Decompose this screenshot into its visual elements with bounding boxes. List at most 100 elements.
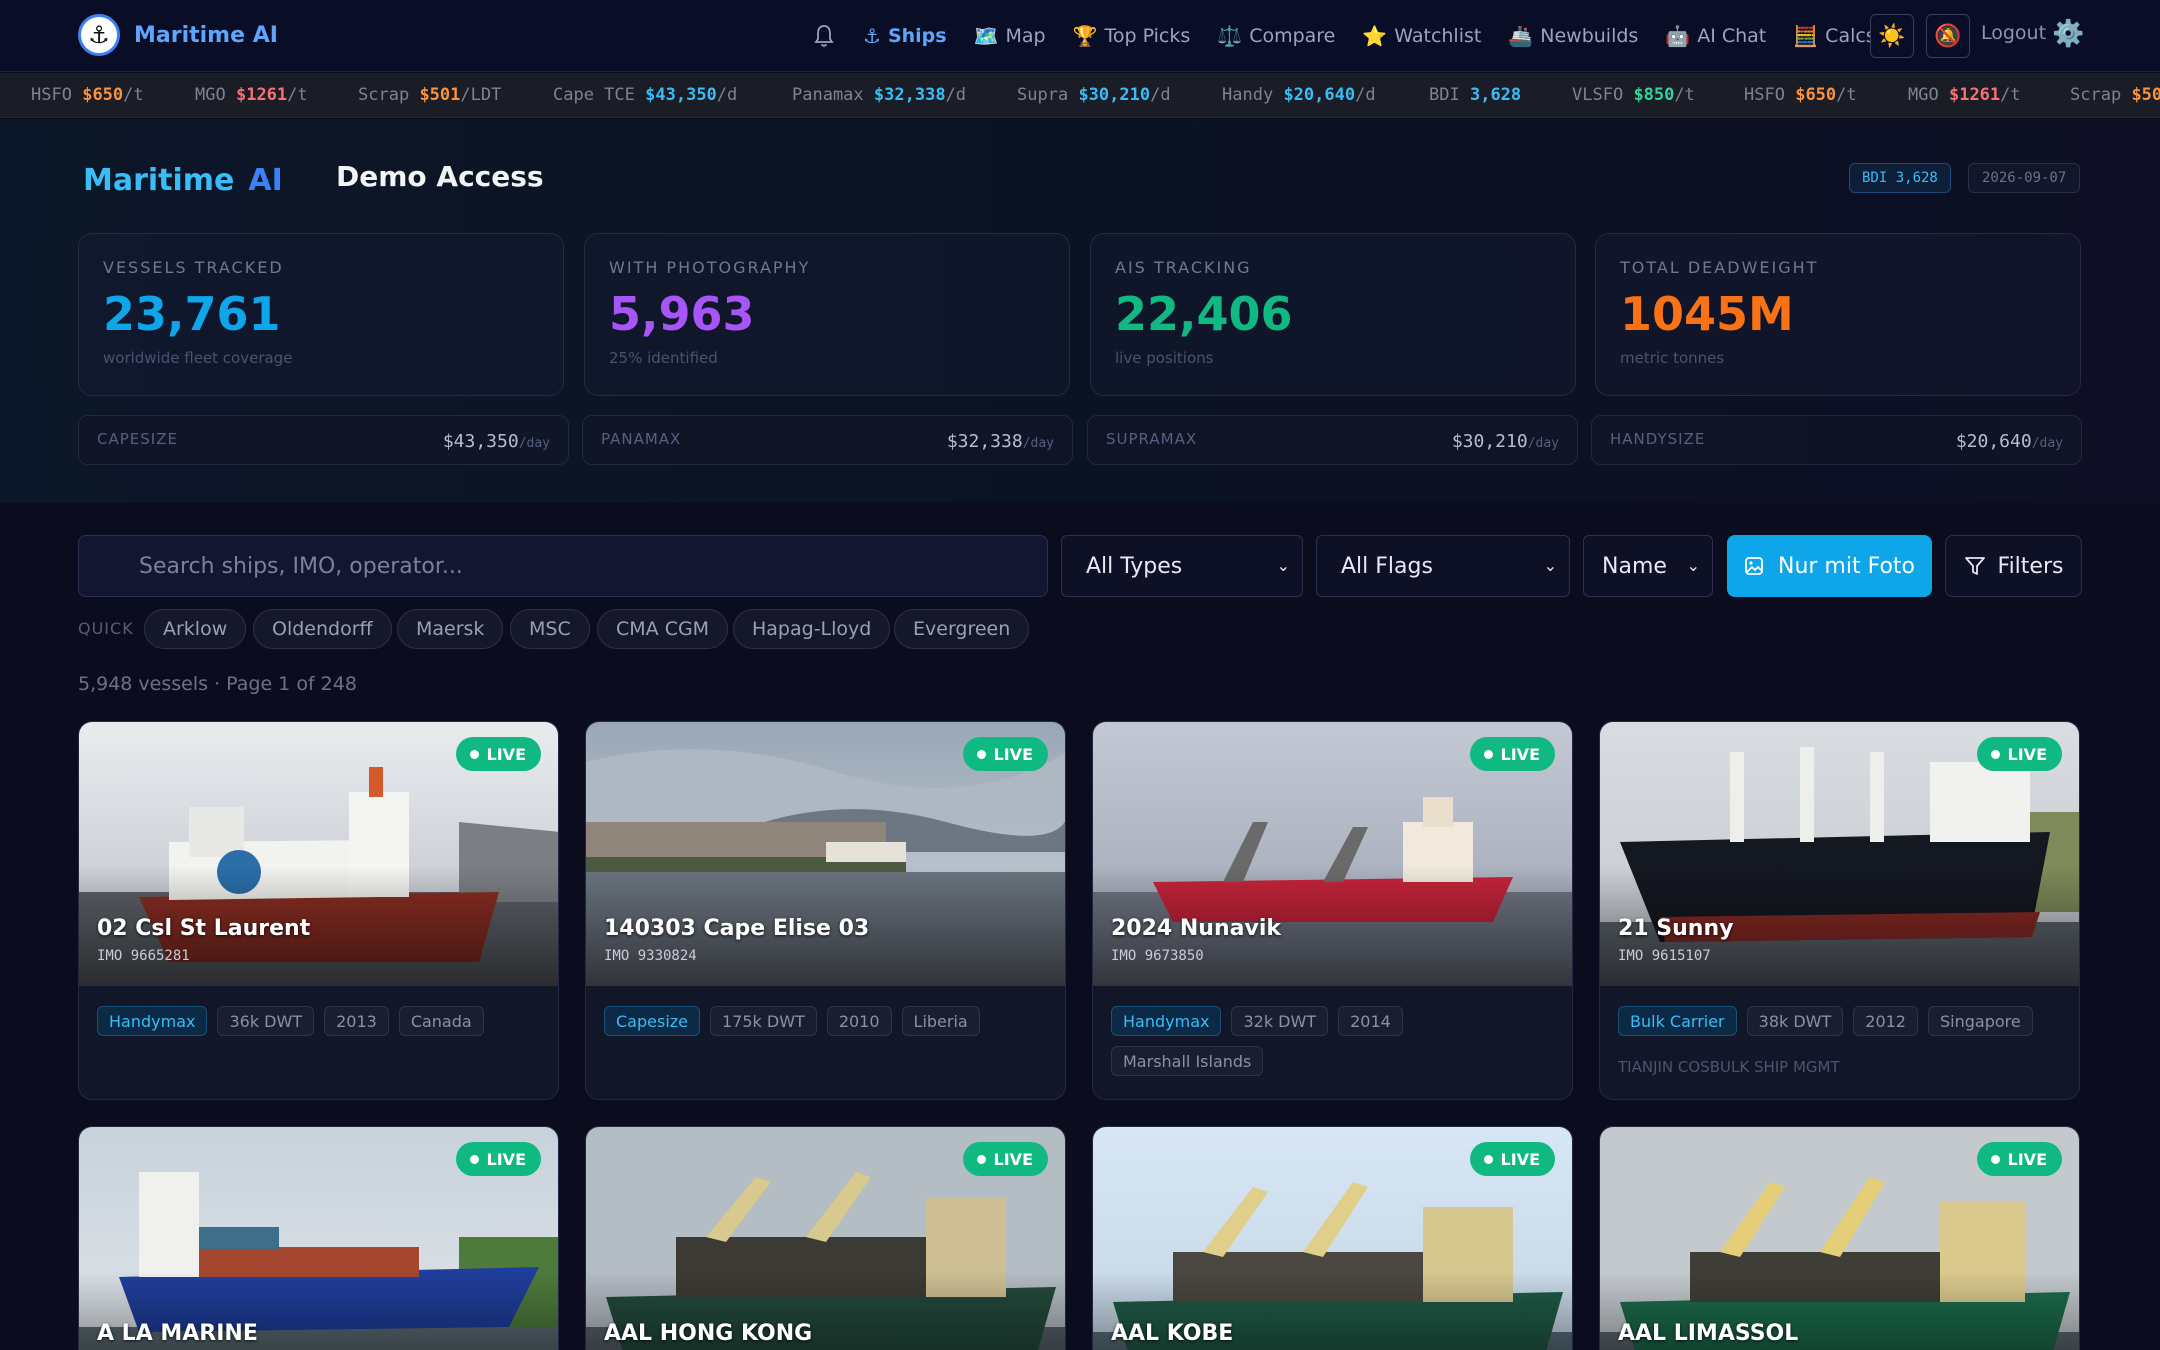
nav-top-picks-label: Top Picks — [1104, 25, 1191, 47]
vessel-imo: IMO 9330824 — [604, 948, 697, 964]
stat-value: 22,406 — [1115, 287, 1293, 341]
rate-card-panamax: PANAMAX $32,338/day — [582, 415, 1073, 465]
chevron-down-icon: ⌄ — [1686, 556, 1700, 575]
quick-chip-msc[interactable]: MSC — [510, 609, 590, 649]
chevron-down-icon: ⌄ — [1276, 556, 1290, 575]
search-input[interactable]: Search ships, IMO, operator... — [78, 535, 1048, 597]
stat-label: VESSELS TRACKED — [103, 258, 284, 277]
live-badge: LIVE — [455, 1142, 541, 1176]
stat-sub: live positions — [1115, 349, 1214, 367]
gear-icon[interactable]: ⚙️ — [2052, 19, 2084, 49]
quick-chip-oldendorff[interactable]: Oldendorff — [253, 609, 392, 649]
dwt-tag: 36k DWT — [217, 1006, 315, 1036]
vessel-card[interactable]: LIVE AAL KOBE — [1092, 1126, 1573, 1350]
nav-ships-label: Ships — [887, 25, 947, 47]
stat-card-photography: WITH PHOTOGRAPHY 5,963 25% identified — [584, 233, 1070, 396]
ticker-item: Handy $20,640/d — [1222, 85, 1376, 105]
vessel-imo: IMO 9615107 — [1618, 948, 1711, 964]
rate-card-handysize: HANDYSIZE $20,640/day — [1591, 415, 2082, 465]
nav-map-label: Map — [1005, 25, 1046, 47]
star-icon: ⭐ — [1362, 24, 1388, 48]
nav-ai-chat-label: AI Chat — [1697, 25, 1767, 47]
alerts-toggle-button[interactable]: 🔕 — [1926, 14, 1970, 58]
vessel-operator: TIANJIN COSBULK SHIP MGMT — [1618, 1058, 1840, 1076]
photo-only-button[interactable]: Nur mit Foto — [1727, 535, 1932, 597]
stat-label: TOTAL DEADWEIGHT — [1620, 258, 1819, 277]
year-tag: 2010 — [826, 1006, 892, 1036]
vessel-card[interactable]: LIVE 2024 Nunavik IMO 9673850 Handymax 3… — [1092, 721, 1573, 1100]
bell-icon[interactable] — [812, 23, 836, 49]
ticker-item: BDI 3,628 — [1429, 85, 1522, 105]
trophy-icon: 🏆 — [1072, 24, 1098, 48]
filters-button[interactable]: Filters — [1945, 535, 2082, 597]
year-tag: 2014 — [1338, 1006, 1403, 1036]
vessel-imo: IMO 9665281 — [97, 948, 190, 964]
vessel-card[interactable]: LIVE 140303 Cape Elise 03 IMO 9330824 Ca… — [585, 721, 1066, 1100]
vessel-card[interactable]: LIVE 21 Sunny IMO 9615107 Bulk Carrier 3… — [1599, 721, 2080, 1100]
rate-label: CAPESIZE — [97, 430, 178, 448]
brand[interactable]: ⚓ Maritime AI — [78, 14, 278, 56]
quick-chip-arklow[interactable]: Arklow — [144, 609, 247, 649]
stat-value: 23,761 — [103, 287, 281, 341]
nav-ai-chat[interactable]: 🤖 AI Chat — [1665, 24, 1766, 48]
vessel-name: AAL LIMASSOL — [1618, 1321, 1799, 1346]
theme-toggle-button[interactable]: ☀️ — [1870, 14, 1914, 58]
robot-icon: 🤖 — [1665, 24, 1691, 48]
nav-watchlist-label: Watchlist — [1394, 25, 1482, 47]
stat-value: 1045M — [1620, 287, 1794, 341]
sort-select-value: Name — [1602, 553, 1667, 579]
scales-icon: ⚖️ — [1217, 24, 1243, 48]
ticker-item: VLSFO $850/t — [1572, 85, 1695, 105]
result-count: 5,948 vessels · Page 1 of 248 — [78, 673, 357, 695]
chevron-down-icon: ⌄ — [1543, 556, 1557, 575]
nav-watchlist[interactable]: ⭐ Watchlist — [1362, 24, 1481, 48]
dwt-tag: 32k DWT — [1231, 1006, 1329, 1036]
stat-card-vessels: VESSELS TRACKED 23,761 worldwide fleet c… — [78, 233, 564, 396]
quick-label: QUICK — [78, 619, 134, 638]
vessel-card[interactable]: LIVE 02 Csl St Laurent IMO 9665281 Handy… — [78, 721, 559, 1100]
sun-icon: ☀️ — [1878, 23, 1906, 49]
top-navbar: ⚓ Maritime AI ⚓ Ships 🗺️ Map 🏆 Top Picks ⚖️… — [0, 0, 2160, 72]
rate-label: HANDYSIZE — [1610, 430, 1706, 448]
bdi-badge: BDI 3,628 — [1849, 163, 1951, 193]
ticker-item: Scrap $501/LDT — [358, 85, 502, 105]
map-icon: 🗺️ — [973, 24, 999, 48]
sort-select[interactable]: Name ⌄ — [1583, 535, 1713, 597]
live-badge: LIVE — [1976, 737, 2062, 771]
logout-link[interactable]: Logout — [1981, 22, 2046, 44]
date-badge: 2026-09-07 — [1968, 163, 2081, 193]
vessel-card[interactable]: LIVE A LA MARINE — [78, 1126, 559, 1350]
live-badge: LIVE — [1469, 1142, 1555, 1176]
year-tag: 2012 — [1853, 1006, 1918, 1036]
ship-icon: 🚢 — [1508, 24, 1534, 48]
nav-newbuilds[interactable]: 🚢 Newbuilds — [1508, 24, 1638, 48]
quick-chip-maersk[interactable]: Maersk — [397, 609, 504, 649]
nav-menu: ⚓ Ships 🗺️ Map 🏆 Top Picks ⚖️ Compare ⭐ Watch… — [812, 0, 1891, 72]
flag-select[interactable]: All Flags ⌄ — [1316, 535, 1570, 597]
nav-compare[interactable]: ⚖️ Compare — [1217, 24, 1335, 48]
nav-map[interactable]: 🗺️ Map — [974, 24, 1046, 48]
vessel-name: AAL HONG KONG — [604, 1321, 813, 1346]
live-badge: LIVE — [455, 737, 541, 771]
vessel-name: 2024 Nunavik — [1111, 916, 1281, 941]
type-select[interactable]: All Types ⌄ — [1061, 535, 1303, 597]
quick-chip-cma-cgm[interactable]: CMA CGM — [597, 609, 729, 649]
year-tag: 2013 — [324, 1006, 389, 1036]
vessel-type-tag: Handymax — [97, 1006, 208, 1036]
vessel-card[interactable]: LIVE AAL LIMASSOL — [1599, 1126, 2080, 1350]
live-badge: LIVE — [1976, 1142, 2062, 1176]
flag-tag: Marshall Islands — [1111, 1046, 1264, 1076]
nav-ships[interactable]: ⚓ Ships — [863, 24, 947, 48]
vessel-name: 02 Csl St Laurent — [97, 916, 311, 941]
ticker-item: MGO $1261/t — [195, 85, 308, 105]
quick-chip-evergreen[interactable]: Evergreen — [894, 609, 1030, 649]
dwt-tag: 38k DWT — [1746, 1006, 1844, 1036]
vessel-name: A LA MARINE — [97, 1321, 258, 1346]
vessel-card[interactable]: LIVE AAL HONG KONG — [585, 1126, 1066, 1350]
nav-top-picks[interactable]: 🏆 Top Picks — [1073, 24, 1191, 48]
rate-value: $32,338/day — [946, 431, 1054, 452]
quick-chip-hapag-lloyd[interactable]: Hapag-Lloyd — [733, 609, 891, 649]
vessel-tags: Bulk Carrier 38k DWT 2012 Singapore — [1618, 1006, 2064, 1036]
ticker-item: Panamax $32,338/d — [792, 85, 967, 105]
vessel-imo: IMO 9673850 — [1111, 948, 1204, 964]
